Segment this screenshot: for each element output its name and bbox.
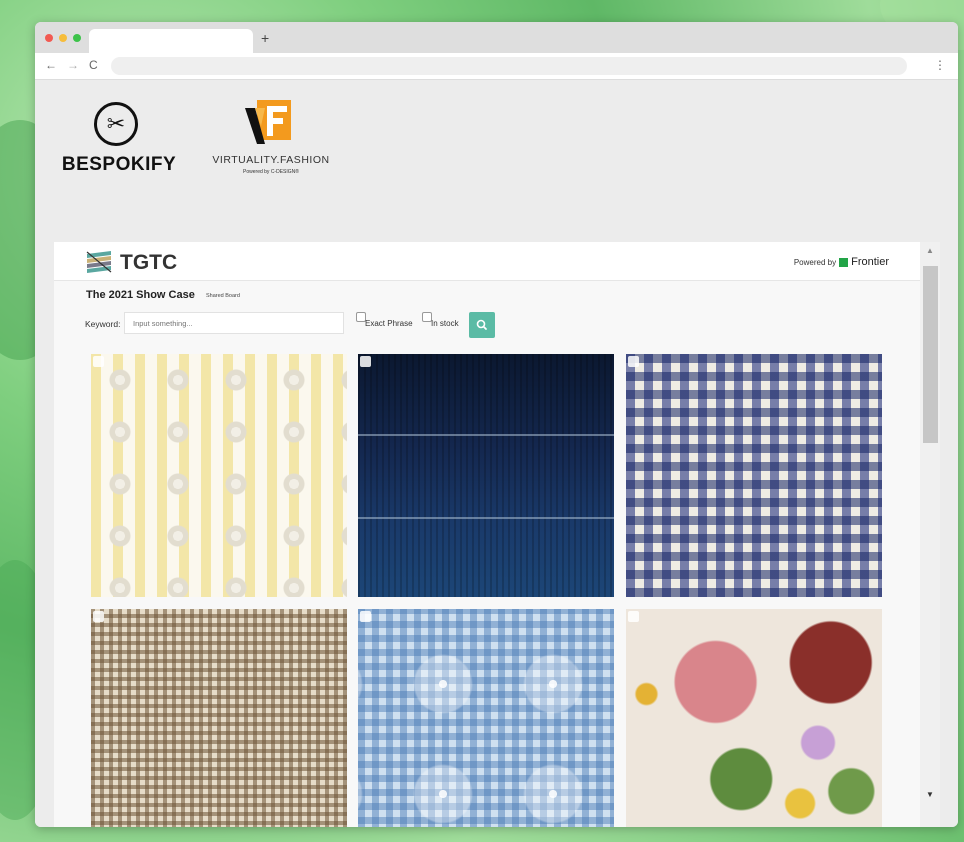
keyword-label: Keyword:	[85, 319, 121, 329]
browser-window: + ← → C ⋮ ✂ BESPOKIFY VIRTUALITY.FASHION…	[35, 22, 958, 827]
forward-icon[interactable]: →	[67, 58, 79, 72]
page-content: ✂ BESPOKIFY VIRTUALITY.FASHION Powered b…	[35, 80, 958, 827]
exact-phrase-label: Exact Phrase	[365, 319, 413, 328]
scroll-thumb[interactable]	[923, 266, 938, 443]
frontier-label: Frontier	[851, 256, 889, 268]
keyword-input[interactable]	[124, 312, 344, 334]
swatch-brown-seersucker[interactable]	[91, 609, 347, 827]
frontier-icon	[839, 257, 849, 267]
swatch-select-checkbox[interactable]	[628, 611, 639, 622]
browser-tab[interactable]	[89, 29, 253, 53]
virtuality-fashion-logo: VIRTUALITY.FASHION Powered by C-DESIGN®	[205, 98, 337, 188]
reload-icon[interactable]: C	[89, 58, 98, 72]
swatch-select-checkbox[interactable]	[628, 356, 639, 367]
swatch-blue-embroidered-gingham[interactable]	[358, 609, 614, 827]
board-subtitle: Shared Board	[206, 293, 240, 299]
swatch-blue-gingham[interactable]	[626, 354, 882, 597]
bespokify-logo: ✂ BESPOKIFY	[54, 102, 184, 182]
in-stock-label: In stock	[431, 319, 459, 328]
minimize-window-button[interactable]	[59, 34, 67, 42]
swatch-select-checkbox[interactable]	[360, 611, 371, 622]
vf-mark-icon	[245, 100, 291, 144]
scissors-icon: ✂	[94, 102, 138, 146]
search-button[interactable]	[469, 312, 495, 338]
navigation-bar: ← → C ⋮	[35, 53, 958, 80]
scroll-up-icon[interactable]: ▲	[926, 246, 934, 255]
tgtc-board-panel: TGTC Powered by Frontier The 2021 Show C…	[54, 242, 920, 827]
tgtc-brand: TGTC	[120, 251, 178, 274]
new-tab-button[interactable]: +	[261, 30, 269, 46]
swatch-select-checkbox[interactable]	[93, 611, 104, 622]
board-title: The 2021 Show Case	[86, 289, 195, 301]
swatch-select-checkbox[interactable]	[360, 356, 371, 367]
search-icon	[476, 319, 487, 330]
tab-bar: +	[35, 22, 958, 53]
close-window-button[interactable]	[45, 34, 53, 42]
powered-by-frontier[interactable]: Powered by Frontier	[794, 256, 889, 268]
panel-header: TGTC Powered by Frontier	[54, 242, 920, 281]
swatch-navy-denim[interactable]	[358, 354, 614, 597]
virtuality-subtitle: Powered by C-DESIGN®	[243, 169, 299, 175]
swatch-floral-print[interactable]	[626, 609, 882, 827]
back-icon[interactable]: ←	[45, 58, 57, 72]
powered-by-label: Powered by	[793, 257, 837, 267]
swatch-yellow-eyelet[interactable]	[91, 354, 347, 597]
tgtc-logo-icon	[86, 251, 112, 273]
address-bar[interactable]	[111, 57, 907, 75]
panel-scrollbar[interactable]: ▲ ▼	[920, 242, 940, 827]
bespokify-wordmark: BESPOKIFY	[61, 154, 177, 175]
scroll-down-icon[interactable]: ▼	[926, 790, 934, 799]
maximize-window-button[interactable]	[73, 34, 81, 42]
virtuality-wordmark: VIRTUALITY.FASHION	[212, 154, 330, 166]
swatch-select-checkbox[interactable]	[93, 356, 104, 367]
browser-menu-icon[interactable]: ⋮	[934, 58, 946, 72]
